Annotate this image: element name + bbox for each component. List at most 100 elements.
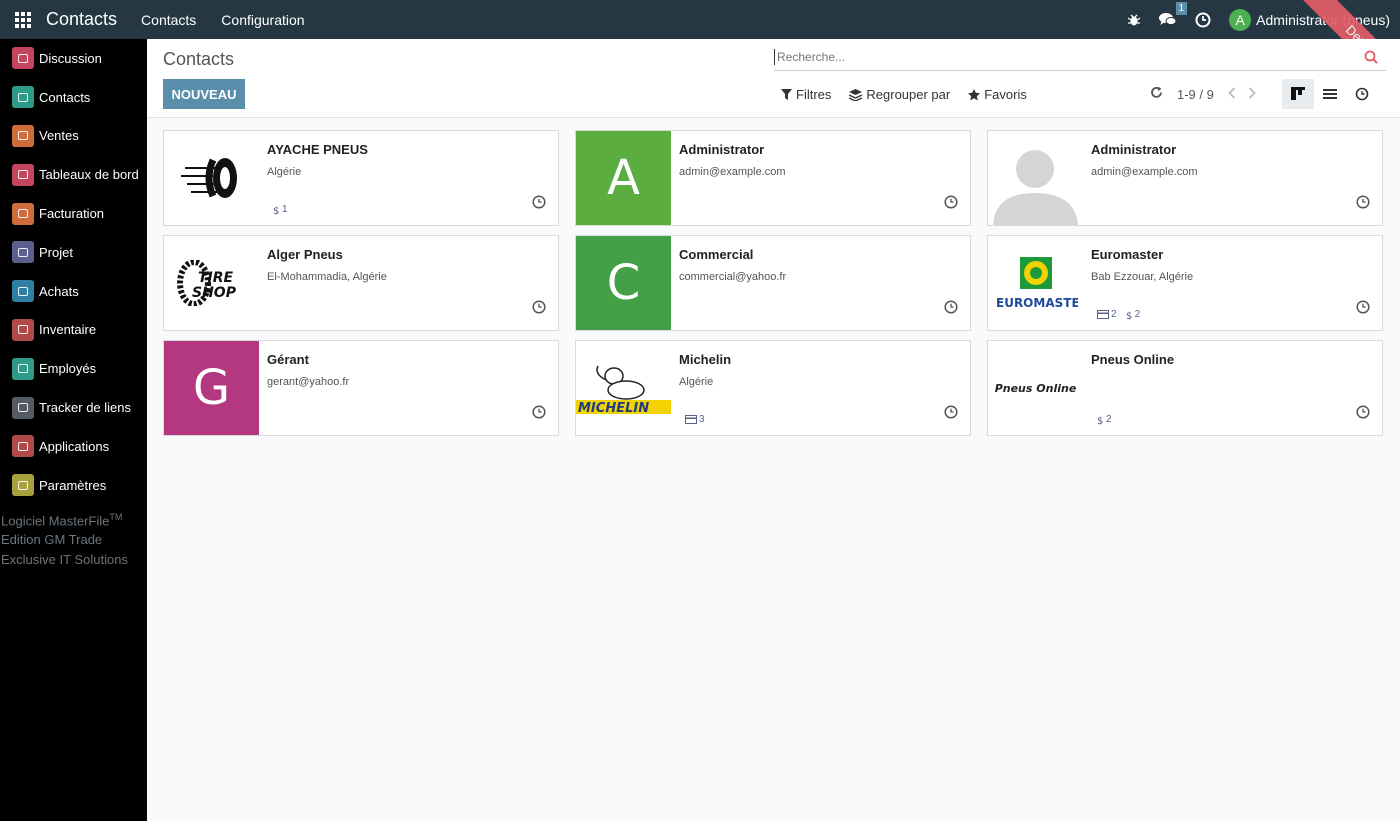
- sidebar-item-project[interactable]: Projet: [0, 233, 147, 272]
- debug-bug-icon[interactable]: [1127, 13, 1141, 27]
- contact-detail: commercial@yahoo.fr: [679, 271, 787, 283]
- purchase-icon: [12, 280, 34, 303]
- filters-button[interactable]: Filtres: [781, 87, 831, 102]
- activity-clock-icon[interactable]: [1356, 300, 1370, 319]
- menu-configuration[interactable]: Configuration: [221, 12, 304, 28]
- contact-stats: 3: [685, 414, 714, 425]
- sidebar-item-discussion[interactable]: Discussion: [0, 39, 147, 78]
- activity-clock-icon[interactable]: [1195, 12, 1211, 28]
- chat-messages-icon[interactable]: 1: [1159, 2, 1188, 27]
- discussion-icon: [12, 47, 34, 70]
- star-icon: [968, 88, 981, 100]
- contact-card[interactable]: MICHELIN Michelin Algérie 3: [575, 340, 971, 436]
- credit-card-icon: [685, 415, 697, 424]
- link-tracker-icon: [12, 396, 34, 419]
- sidebar-item-invoicing[interactable]: Facturation: [0, 194, 147, 233]
- group-by-label: Regrouper par: [866, 87, 951, 102]
- stat-count: 2: [1106, 414, 1112, 425]
- contact-card[interactable]: TIRE SHOP Alger Pneus El-Mohammadia, Algéri…: [163, 235, 559, 331]
- activity-clock-icon[interactable]: [532, 405, 546, 424]
- search-icon[interactable]: [1364, 50, 1378, 69]
- svg-text:MICHELIN: MICHELIN: [578, 401, 649, 416]
- bank-card-stat[interactable]: 2: [1097, 309, 1117, 320]
- layers-icon: [849, 88, 863, 101]
- sidebar-footer: Logiciel MasterFileTM Edition GM Trade E…: [0, 508, 147, 570]
- contact-name: Pneus Online: [1091, 352, 1175, 367]
- sales-stat[interactable]: $2: [1097, 414, 1112, 425]
- trademark-mark: TM: [109, 511, 123, 522]
- footer-edition: Edition GM Trade: [1, 532, 103, 548]
- contact-avatar-letter: G: [164, 341, 259, 435]
- refresh-icon[interactable]: [1150, 86, 1163, 102]
- invoicing-icon: [12, 202, 34, 225]
- sidebar-item-employees[interactable]: Employés: [0, 349, 147, 388]
- contact-detail: Bab Ezzouar, Algérie: [1091, 271, 1194, 283]
- menu-contacts[interactable]: Contacts: [141, 12, 196, 28]
- sidebar-item-sales[interactable]: Ventes: [0, 117, 147, 156]
- sidebar-item-label: Inventaire: [39, 322, 97, 338]
- new-button[interactable]: NOUVEAU: [163, 79, 245, 109]
- contact-name: AYACHE PNEUS: [267, 142, 368, 157]
- list-view-icon[interactable]: [1314, 79, 1346, 109]
- sidebar-item-label: Tracker de liens: [39, 400, 131, 416]
- favorites-button[interactable]: Favoris: [968, 87, 1027, 102]
- activity-clock-icon[interactable]: [944, 405, 958, 424]
- sidebar-item-settings[interactable]: Paramètres: [0, 466, 147, 505]
- sidebar-item-label: Facturation: [39, 206, 105, 222]
- tire-logo: [164, 131, 259, 225]
- sidebar-item-apps[interactable]: Applications: [0, 427, 147, 466]
- pager-previous-icon[interactable]: [1228, 86, 1236, 102]
- sidebar-item-link-tracker[interactable]: Tracker de liens: [0, 388, 147, 427]
- contact-card[interactable]: A Administrator admin@example.com: [575, 130, 971, 226]
- contact-card[interactable]: AYACHE PNEUS Algérie $1: [163, 130, 559, 226]
- settings-icon: [12, 474, 34, 497]
- pager: 1-9 / 9: [1150, 79, 1378, 109]
- top-navbar: Contacts Contacts Configuration 1 A Admi…: [0, 0, 1400, 109]
- chat-count-badge: 1: [1175, 2, 1188, 15]
- page-title: Contacts: [163, 49, 235, 69]
- sidebar-item-label: Applications: [39, 438, 110, 454]
- search-options: Filtres Regrouper par Favoris: [781, 87, 1045, 102]
- user-avatar[interactable]: A: [1229, 8, 1252, 31]
- sidebar-item-contacts[interactable]: Contacts: [0, 78, 147, 117]
- sidebar-item-label: Contacts: [39, 89, 91, 105]
- stat-count: 1: [282, 204, 288, 215]
- sales-stat[interactable]: $1: [273, 204, 288, 215]
- activity-view-icon[interactable]: [1346, 79, 1378, 109]
- bank-card-stat[interactable]: 3: [685, 414, 705, 425]
- pager-value[interactable]: 1-9 / 9: [1177, 87, 1214, 102]
- contact-name: Commercial: [679, 247, 754, 262]
- pager-next-icon[interactable]: [1248, 86, 1256, 102]
- activity-clock-icon[interactable]: [532, 300, 546, 319]
- sidebar-item-purchase[interactable]: Achats: [0, 272, 147, 311]
- contact-card[interactable]: G Gérant gerant@yahoo.fr: [163, 340, 559, 436]
- activity-clock-icon[interactable]: [1356, 405, 1370, 424]
- contact-name: Euromaster: [1091, 247, 1164, 262]
- sales-icon: [12, 124, 34, 147]
- inventory-icon: [12, 318, 34, 341]
- sidebar-item-label: Achats: [39, 283, 79, 299]
- svg-text:$: $: [1126, 311, 1132, 320]
- project-icon: [12, 241, 34, 264]
- sidebar-item-dashboard[interactable]: Tableaux de bord: [0, 155, 147, 194]
- favorites-label: Favoris: [984, 87, 1027, 102]
- activity-clock-icon[interactable]: [944, 300, 958, 319]
- sales-stat[interactable]: $2: [1126, 309, 1141, 320]
- contact-stats: $2: [1097, 414, 1121, 425]
- app-menu-icon[interactable]: [0, 0, 46, 39]
- euromaster-logo: EUROMASTER: [988, 236, 1083, 330]
- contact-card[interactable]: C Commercial commercial@yahoo.fr: [575, 235, 971, 331]
- sidebar-item-inventory[interactable]: Inventaire: [0, 311, 147, 350]
- activity-clock-icon[interactable]: [1356, 195, 1370, 214]
- search-input[interactable]: [774, 49, 1354, 65]
- svg-text:SHOP: SHOP: [192, 285, 237, 301]
- contact-card[interactable]: Administrator admin@example.com: [987, 130, 1383, 226]
- kanban-view-icon[interactable]: [1281, 79, 1314, 109]
- activity-clock-icon[interactable]: [532, 195, 546, 214]
- activity-clock-icon[interactable]: [944, 195, 958, 214]
- stat-count: 2: [1134, 309, 1141, 320]
- contact-card[interactable]: EUROMASTER Euromaster Bab Ezzouar, Algérie…: [987, 235, 1383, 331]
- stat-count: 2: [1111, 309, 1117, 320]
- contact-card[interactable]: Pneus Online Pneus Online $2: [987, 340, 1383, 436]
- group-by-button[interactable]: Regrouper par: [849, 87, 950, 102]
